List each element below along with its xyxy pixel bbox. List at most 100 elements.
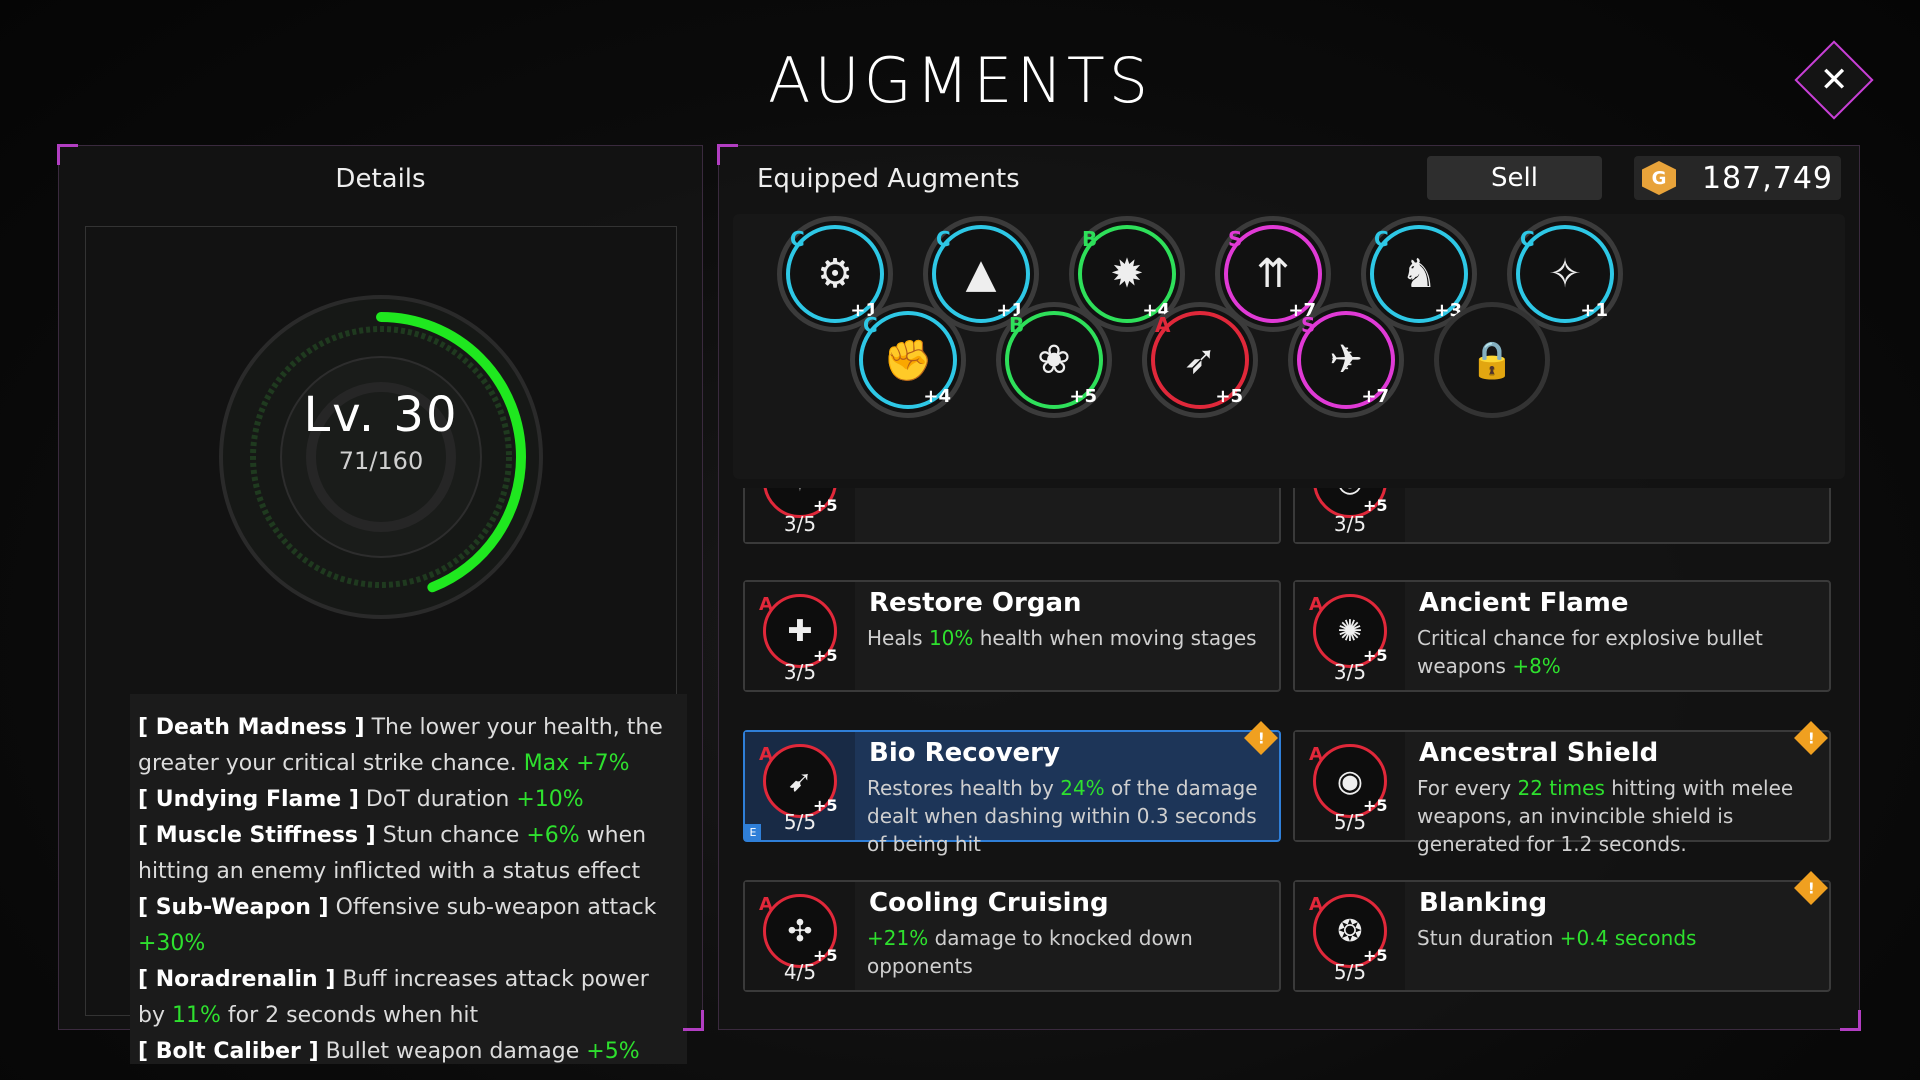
augment-card[interactable]: ◉ A +5 5/5 Ancestral Shield For every 22 time… [1293,721,1831,856]
bonus-name: [ Death Madness ] [138,715,365,740]
page-title: AUGMENTS [767,44,1153,117]
slot-grade: C [1520,227,1535,251]
augment-grade: A [759,594,773,615]
augment-card[interactable]: ✣ A +5 4/5 Cooling Cruising +21% damage to kn… [743,880,1281,992]
bonus-description[interactable]: [ Death Madness ] The lower your health,… [130,694,687,1064]
level-text: Lv. 30 [303,387,459,443]
augment-value: +8% [1512,654,1561,678]
augment-grade: A [759,744,773,765]
augment-card[interactable]: ❂ A +5 5/5 Blanking Stun duration +0.4 second… [1293,871,1831,992]
bonus-value: +5% [586,1039,640,1064]
warning-glyph: ! [1807,729,1815,747]
augment-grade: A [1309,744,1323,765]
bonus-text: Stun chance [382,823,520,848]
augment-grade: A [1309,594,1323,615]
augment-value: 10% [928,626,974,650]
augment-slot[interactable]: S ✈ +7 [1288,302,1404,418]
augment-count: 5/5 [1333,810,1367,834]
augment-text: Stun duration [1417,926,1560,950]
augment-slot[interactable]: B ❀ +5 [996,302,1112,418]
bonus-text: DoT duration [365,787,510,812]
equipped-badge: E [745,824,761,840]
details-title: Details [335,164,426,194]
bonus-value: Max +7% [523,751,630,776]
augment-value: +21% [867,926,929,950]
warning-icon: ! [1794,721,1828,755]
slot-grade: S [1301,313,1316,337]
slot-plus: +1 [1580,300,1608,321]
warning-icon: ! [1794,871,1828,905]
locked-slot[interactable]: 🔒 [1434,302,1550,418]
slot-grade: C [863,313,878,337]
equipped-panel: Equipped Augments Sell G 187,749 C ⚙ +1 C ▲ +… [717,144,1861,1031]
bonus-line: [ Undying Flame ] DoT duration +10% [138,782,677,818]
augment-list[interactable]: ✦+53/5Critical chance for bullet weapons… [743,488,1843,1018]
bonus-line: [ Muscle Stiffness ] Stun chance +6% whe… [138,818,677,890]
augment-icon-column: ➹ A +5 5/5 E [745,732,855,840]
level-progress-text: 71/160 [338,447,424,475]
augment-text: Heals [867,626,929,650]
gold-coin-icon: G [1642,161,1676,195]
bonus-text: Bullet weapon damage [325,1039,580,1064]
bonus-text-extra: for 2 seconds when hit [227,1003,479,1028]
augment-slot[interactable]: A ➶ +5 [1142,302,1258,418]
slot-grade: A [1155,313,1171,337]
augment-icon-column: ✺ A +5 3/5 [1295,582,1405,690]
augment-icon-column: ✦+53/5 [745,488,855,542]
slot-grade: C [936,227,951,251]
augment-count: 3/5 [1333,660,1367,684]
augment-icon-column: ◉ A +5 5/5 [1295,732,1405,840]
augment-card[interactable]: ➹ A +5 5/5 E Bio Recovery Restores health by 2… [743,721,1281,856]
warning-glyph: ! [1257,729,1265,747]
slot-grade: C [790,227,805,251]
slot-plus: +7 [1361,386,1389,407]
augment-card[interactable]: ✚ A +5 3/5 Restore Organ Heals 10% health whe… [743,580,1281,692]
augment-name: Blanking [1419,888,1548,918]
augment-icon-column: ✣ A +5 4/5 [745,882,855,990]
augment-slot[interactable]: C ✊ +4 [850,302,966,418]
slot-plus: +5 [1215,386,1243,407]
augment-name: Cooling Cruising [869,888,1109,918]
warning-glyph: ! [1807,879,1815,897]
bonus-value: +6% [526,823,580,848]
augment-name: Ancient Flame [1419,588,1629,618]
augment-text: For every [1417,776,1518,800]
bonus-name: [ Sub-Weapon ] [138,895,329,920]
sell-button[interactable]: Sell [1427,156,1602,200]
details-panel: Details Lv. 30 71/160 [ Death Madness ] … [57,144,704,1064]
augment-description: +21% damage to knocked down opponents [867,924,1261,980]
augment-text: Restores health by [867,776,1061,800]
augment-value: 24% [1060,776,1105,800]
slot-plus: +4 [923,386,951,407]
bonus-line: [ Sub-Weapon ] Offensive sub-weapon atta… [138,890,677,962]
bonus-name: [ Undying Flame ] [138,787,359,812]
lock-icon: 🔒 [1469,340,1515,381]
bonus-line: [ Bolt Caliber ] Bullet weapon damage +5… [138,1034,677,1064]
bonus-value: +10% [516,787,584,812]
equipped-title: Equipped Augments [757,164,1020,194]
bonus-name: [ Noradrenalin ] [138,967,336,992]
bonus-name: [ Muscle Stiffness ] [138,823,376,848]
augment-grade: A [759,894,773,915]
augment-text: Critical chance for explosive bullet wea… [1417,626,1763,678]
augment-description: Critical chance for explosive bullet wea… [1417,624,1811,680]
bonus-line: [ Death Madness ] The lower your health,… [138,710,677,782]
augment-card[interactable]: ✺ A +5 3/5 Ancient Flame Critical chance for … [1293,580,1831,692]
augment-count: 3/5 [783,660,817,684]
close-icon: ✕ [1819,60,1849,100]
level-display: Lv. 30 71/160 [ Death Madness ] The lowe… [85,226,687,1064]
augment-name: Bio Recovery [869,738,1060,768]
augment-grade: A [1309,894,1323,915]
augment-count: 5/5 [1333,960,1367,984]
augment-description: Stun duration +0.4 seconds [1417,924,1811,952]
augment-count: 5/5 [783,810,817,834]
bonus-value: +30% [138,931,206,956]
augment-card[interactable]: ✦+53/5Critical chance for bullet weapons… [743,488,1281,544]
augment-count: 4/5 [783,960,817,984]
augment-description: Heals 10% health when moving stages [867,624,1261,652]
augment-value: 22 times [1517,776,1605,800]
augment-text: health when moving stages [973,626,1257,650]
slot-grade: C [1374,227,1389,251]
augment-card[interactable]: ◎+53/5+7% chance to stun on critical hit… [1293,488,1831,544]
augment-count: 3/5 [1333,512,1367,536]
